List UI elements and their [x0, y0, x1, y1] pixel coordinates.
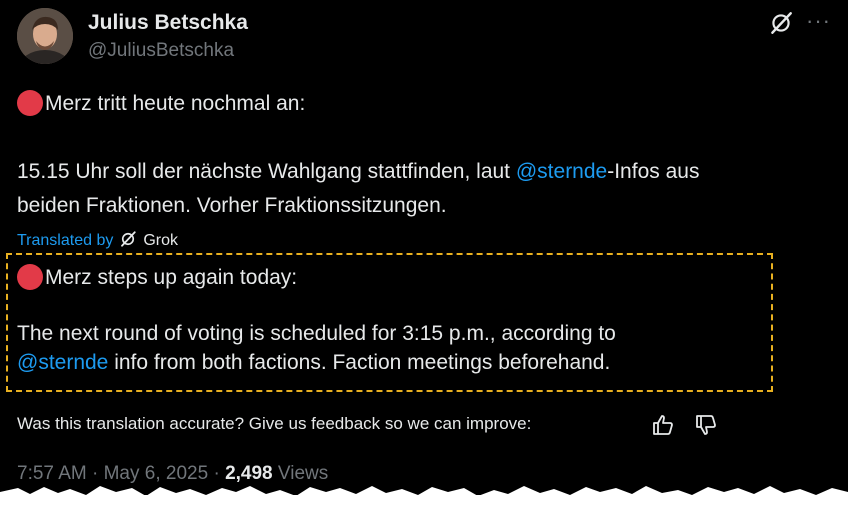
- torn-edge: [0, 486, 848, 527]
- translation-line-1: Merz steps up again today:: [17, 264, 297, 290]
- more-icon[interactable]: ···: [806, 8, 831, 34]
- author-name[interactable]: Julius Betschka: [88, 11, 248, 35]
- original-line-3: beiden Fraktionen. Vorher Fraktionssitzu…: [17, 194, 447, 217]
- translation-line-3: @sternde info from both factions. Factio…: [17, 351, 611, 374]
- avatar-image: [17, 8, 73, 64]
- author-handle[interactable]: @JuliusBetschka: [88, 40, 234, 62]
- red-circle-icon: [17, 90, 43, 116]
- tweet-card: Julius Betschka @JuliusBetschka ··· Merz…: [0, 0, 848, 495]
- original-line-1: Merz tritt heute nochmal an:: [17, 90, 305, 116]
- translated-by-label[interactable]: Translated by: [17, 232, 113, 249]
- original-line-2: 15.15 Uhr soll der nächste Wahlgang stat…: [17, 160, 700, 183]
- thumbs-up-icon[interactable]: [651, 413, 675, 437]
- grok-small-icon: [121, 231, 136, 247]
- translation-feedback-prompt: Was this translation accurate? Give us f…: [17, 414, 532, 433]
- mention-link[interactable]: @sternde: [516, 160, 607, 183]
- avatar[interactable]: [17, 8, 73, 64]
- translated-by: Translated by Grok: [17, 230, 178, 250]
- grok-icon[interactable]: [768, 10, 794, 36]
- thumbs-down-icon[interactable]: [694, 413, 718, 437]
- mention-link[interactable]: @sternde: [17, 351, 108, 374]
- red-circle-icon: [17, 264, 43, 290]
- translation-provider: Grok: [143, 232, 179, 249]
- translation-line-2: The next round of voting is scheduled fo…: [17, 322, 616, 345]
